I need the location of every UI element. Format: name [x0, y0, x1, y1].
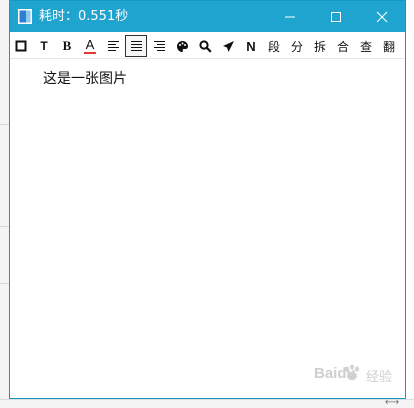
- close-icon: [376, 11, 388, 22]
- align-justify-icon: [130, 41, 142, 51]
- font-color-button[interactable]: A: [79, 35, 101, 57]
- align-right-icon: [153, 41, 165, 51]
- send-icon: [222, 40, 234, 52]
- split-button[interactable]: 分: [286, 35, 308, 57]
- window-title: 耗时：0.551秒: [39, 9, 129, 24]
- text-area[interactable]: 这是一张图片: [10, 60, 405, 398]
- palette-icon: [176, 40, 188, 52]
- search-button[interactable]: [194, 35, 216, 57]
- translate-button[interactable]: 翻: [378, 35, 400, 57]
- font-color-underline: [84, 52, 96, 54]
- title-bar[interactable]: 耗时：0.551秒: [10, 1, 405, 32]
- minimize-icon: [285, 16, 295, 17]
- toolbar: T B A N 段 分 拆 合 查 翻: [10, 32, 405, 59]
- bold-button[interactable]: B: [56, 35, 78, 57]
- recognized-text[interactable]: 这是一张图片: [43, 68, 127, 88]
- palette-button[interactable]: [171, 35, 193, 57]
- baidu-watermark: Baidu 经验: [306, 355, 406, 395]
- break-button[interactable]: 拆: [309, 35, 331, 57]
- align-left-button[interactable]: [102, 35, 124, 57]
- watermark-brand: Baidu: [314, 365, 356, 382]
- watermark-sub: 经验: [366, 370, 393, 385]
- paragraph-button[interactable]: 段: [263, 35, 285, 57]
- app-icon: [18, 9, 32, 24]
- resize-handle-icon[interactable]: ⟷: [382, 398, 402, 408]
- ocr-result-window: 耗时：0.551秒 T B A N 段 分 拆 合 查 翻 这是一张图片 Bai…: [9, 0, 406, 399]
- maximize-icon: [331, 11, 341, 22]
- search-icon: [198, 39, 212, 53]
- frame-icon: [15, 40, 27, 52]
- align-left-icon: [107, 41, 119, 51]
- maximize-button[interactable]: [313, 1, 359, 32]
- background-app-bottom: [0, 399, 414, 408]
- send-button[interactable]: [217, 35, 239, 57]
- text-button[interactable]: T: [33, 35, 55, 57]
- minimize-button[interactable]: [267, 1, 313, 32]
- lookup-button[interactable]: 查: [355, 35, 377, 57]
- close-button[interactable]: [359, 1, 405, 32]
- font-color-label: A: [85, 37, 95, 52]
- normal-button[interactable]: N: [240, 35, 262, 57]
- frame-button[interactable]: [10, 35, 32, 57]
- merge-button[interactable]: 合: [332, 35, 354, 57]
- align-right-button[interactable]: [148, 35, 170, 57]
- align-justify-button[interactable]: [125, 35, 147, 57]
